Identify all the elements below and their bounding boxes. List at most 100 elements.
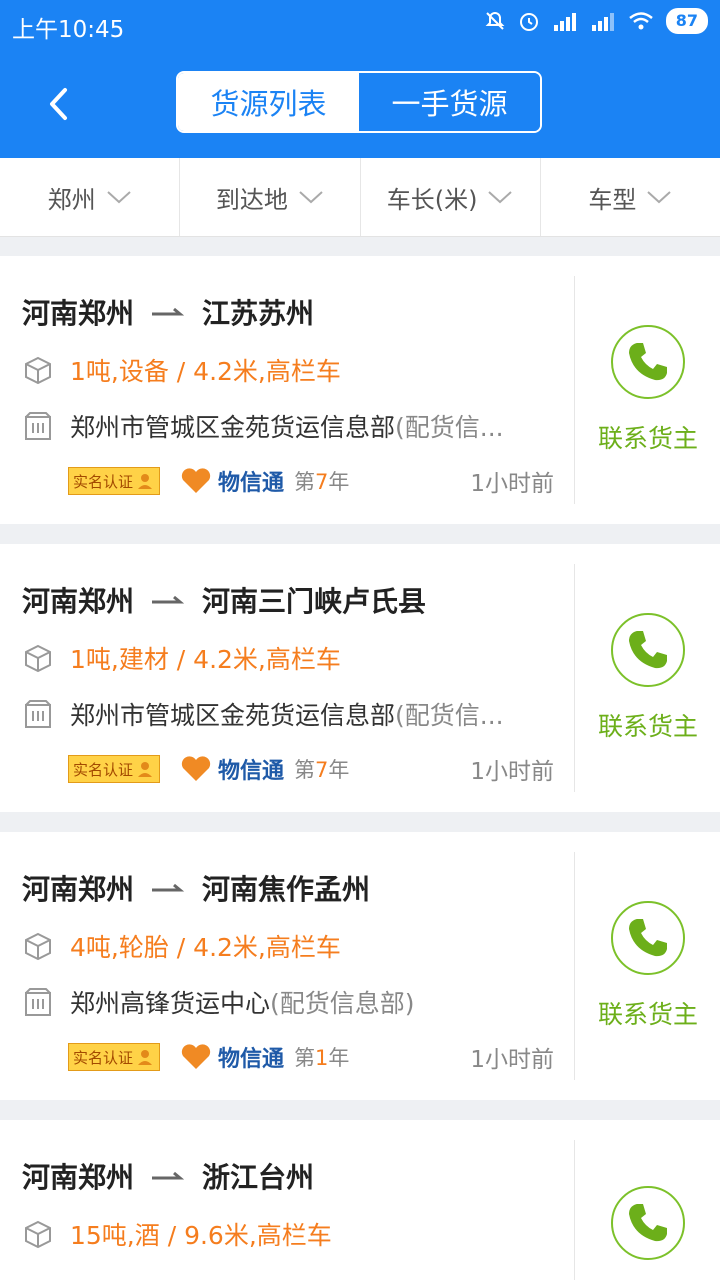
heart-handshake-icon: [181, 756, 211, 781]
mute-icon: [485, 11, 505, 30]
arrow-right-icon: [152, 883, 185, 892]
verified-label: 实名认证: [73, 760, 134, 779]
brand-name: 物信通: [218, 1047, 285, 1072]
tab-firsthand-cargo[interactable]: 一手货源: [359, 73, 540, 131]
meta-row: 实名认证 物信通 第7年 1小时前: [68, 752, 554, 786]
status-bar: 上午10:45 87: [0, 0, 720, 48]
years-number: 1: [315, 1046, 329, 1070]
years-suffix: 年: [328, 758, 350, 782]
post-time: 1小时前: [470, 759, 554, 785]
signal-icon: [553, 13, 576, 31]
member-years: 第1年: [294, 1042, 349, 1072]
filter-truck-type[interactable]: 车型: [541, 158, 720, 236]
verified-label: 实名认证: [73, 472, 134, 491]
contact-shipper-button[interactable]: 联系货主: [574, 852, 720, 1080]
phone-circle: [611, 325, 685, 399]
verified-badge: 实名认证: [68, 755, 161, 783]
company-row: 郑州市管城区金苑货运信息部 (配货信...: [22, 696, 562, 732]
phone-circle: [611, 901, 685, 975]
arrow-right-icon: [152, 307, 185, 316]
company-type: (配货信息部): [270, 989, 415, 1018]
back-button[interactable]: [38, 82, 78, 126]
company-type: (配货信...: [395, 413, 504, 442]
cargo-info: 河南郑州 江苏苏州 1吨,设备 / 4.2米,高栏车 郑州市管城区金苑货运信息部…: [0, 256, 574, 524]
cargo-card[interactable]: 河南郑州 河南三门峡卢氏县 1吨,建材 / 4.2米,高栏车 郑州市管城区金苑货…: [0, 544, 720, 812]
contact-label: 联系货主: [597, 1000, 698, 1029]
alarm-icon: [519, 13, 538, 31]
member-years: 第7年: [294, 466, 349, 496]
goods-info: 15吨,酒 / 9.6米,高栏车: [70, 1221, 332, 1250]
verified-badge: 实名认证: [68, 467, 161, 495]
cargo-info: 河南郑州 河南三门峡卢氏县 1吨,建材 / 4.2米,高栏车 郑州市管城区金苑货…: [0, 544, 574, 812]
cargo-info: 河南郑州 浙江台州 15吨,酒 / 9.6米,高栏车: [0, 1120, 574, 1280]
phone-circle: [610, 1186, 685, 1260]
company-name: 郑州市管城区金苑货运信息部: [70, 701, 396, 730]
tab-cargo-list[interactable]: 货源列表: [178, 73, 359, 131]
wuxintong-brand: 物信通: [180, 1041, 284, 1073]
status-time: 上午10:45: [12, 17, 125, 43]
contact-label: 联系货主: [597, 424, 698, 453]
box-icon: [25, 932, 51, 961]
company-type: (配货信...: [395, 701, 504, 730]
signal-icon-2: [591, 13, 614, 31]
post-time: 1小时前: [470, 1047, 554, 1073]
chevron-down-icon: [488, 191, 513, 204]
route-from: 河南郑州: [22, 873, 135, 906]
filter-truck-type-label: 车型: [588, 185, 637, 214]
chevron-down-icon: [106, 191, 131, 204]
phone-circle: [611, 613, 685, 687]
company-row: 郑州高锋货运中心 (配货信息部): [22, 984, 562, 1020]
company-row: 郑州市管城区金苑货运信息部 (配货信...: [22, 408, 562, 444]
filter-bar: 郑州 到达地 车长(米) 车型: [0, 158, 720, 237]
goods-info: 1吨,设备 / 4.2米,高栏车: [70, 357, 341, 386]
verified-label: 实名认证: [73, 1048, 134, 1067]
goods-row: 4吨,轮胎 / 4.2米,高栏车: [22, 928, 341, 964]
wuxintong-brand: 物信通: [180, 465, 284, 497]
goods-row: 15吨,酒 / 9.6米,高栏车: [22, 1216, 332, 1252]
phone-icon: [629, 343, 667, 381]
post-time: 1小时前: [470, 471, 554, 497]
cargo-card[interactable]: 河南郑州 河南焦作孟州 4吨,轮胎 / 4.2米,高栏车 郑州高锋货运中心 (配货…: [0, 832, 720, 1100]
battery-level: 87: [665, 8, 708, 34]
cargo-card[interactable]: 河南郑州 浙江台州 15吨,酒 / 9.6米,高栏车: [0, 1120, 720, 1280]
goods-row: 1吨,建材 / 4.2米,高栏车: [22, 640, 341, 676]
years-number: 7: [315, 470, 329, 494]
meta-row: 实名认证 物信通 第1年 1小时前: [68, 1040, 554, 1074]
contact-label: 联系货主: [597, 712, 698, 741]
app-header: 上午10:45 87 货源列表 一手货源: [0, 0, 720, 158]
wuxintong-brand: 物信通: [180, 753, 284, 785]
route: 河南郑州 河南焦作孟州: [22, 868, 370, 908]
goods-info: 4吨,轮胎 / 4.2米,高栏车: [70, 933, 341, 962]
filter-origin[interactable]: 郑州: [0, 158, 181, 236]
building-icon: [25, 412, 51, 440]
arrow-right-icon: [152, 595, 185, 604]
filter-origin-label: 郑州: [47, 185, 96, 214]
route-to: 河南三门峡卢氏县: [202, 585, 427, 618]
chevron-down-icon: [299, 191, 323, 204]
years-suffix: 年: [328, 1046, 350, 1070]
person-check-icon: [138, 762, 153, 777]
building-icon: [25, 988, 51, 1016]
contact-shipper-button[interactable]: 联系货主: [574, 276, 720, 504]
filter-truck-length-label: 车长(米): [386, 185, 478, 214]
cargo-card[interactable]: 河南郑州 江苏苏州 1吨,设备 / 4.2米,高栏车 郑州市管城区金苑货运信息部…: [0, 256, 720, 524]
contact-shipper-button[interactable]: 联系货主: [574, 564, 720, 792]
brand-name: 物信通: [218, 471, 285, 496]
company-name: 郑州市管城区金苑货运信息部: [70, 413, 396, 442]
cargo-info: 河南郑州 河南焦作孟州 4吨,轮胎 / 4.2米,高栏车 郑州高锋货运中心 (配货…: [0, 832, 574, 1100]
wifi-icon: [628, 12, 653, 30]
route-to: 河南焦作孟州: [202, 873, 371, 906]
years-number: 7: [315, 758, 329, 782]
filter-destination-label: 到达地: [215, 185, 288, 214]
filter-destination[interactable]: 到达地: [180, 158, 361, 236]
source-tabs: 货源列表 一手货源: [176, 71, 542, 133]
heart-handshake-icon: [181, 468, 211, 493]
status-icons: 87: [484, 8, 708, 34]
filter-truck-length[interactable]: 车长(米): [361, 158, 541, 236]
chevron-left-icon: [50, 88, 67, 120]
arrow-right-icon: [152, 1171, 185, 1180]
years-prefix: 第: [294, 758, 316, 782]
goods-info: 1吨,建材 / 4.2米,高栏车: [70, 645, 341, 674]
box-icon: [25, 356, 51, 385]
contact-shipper-button[interactable]: [574, 1140, 720, 1280]
